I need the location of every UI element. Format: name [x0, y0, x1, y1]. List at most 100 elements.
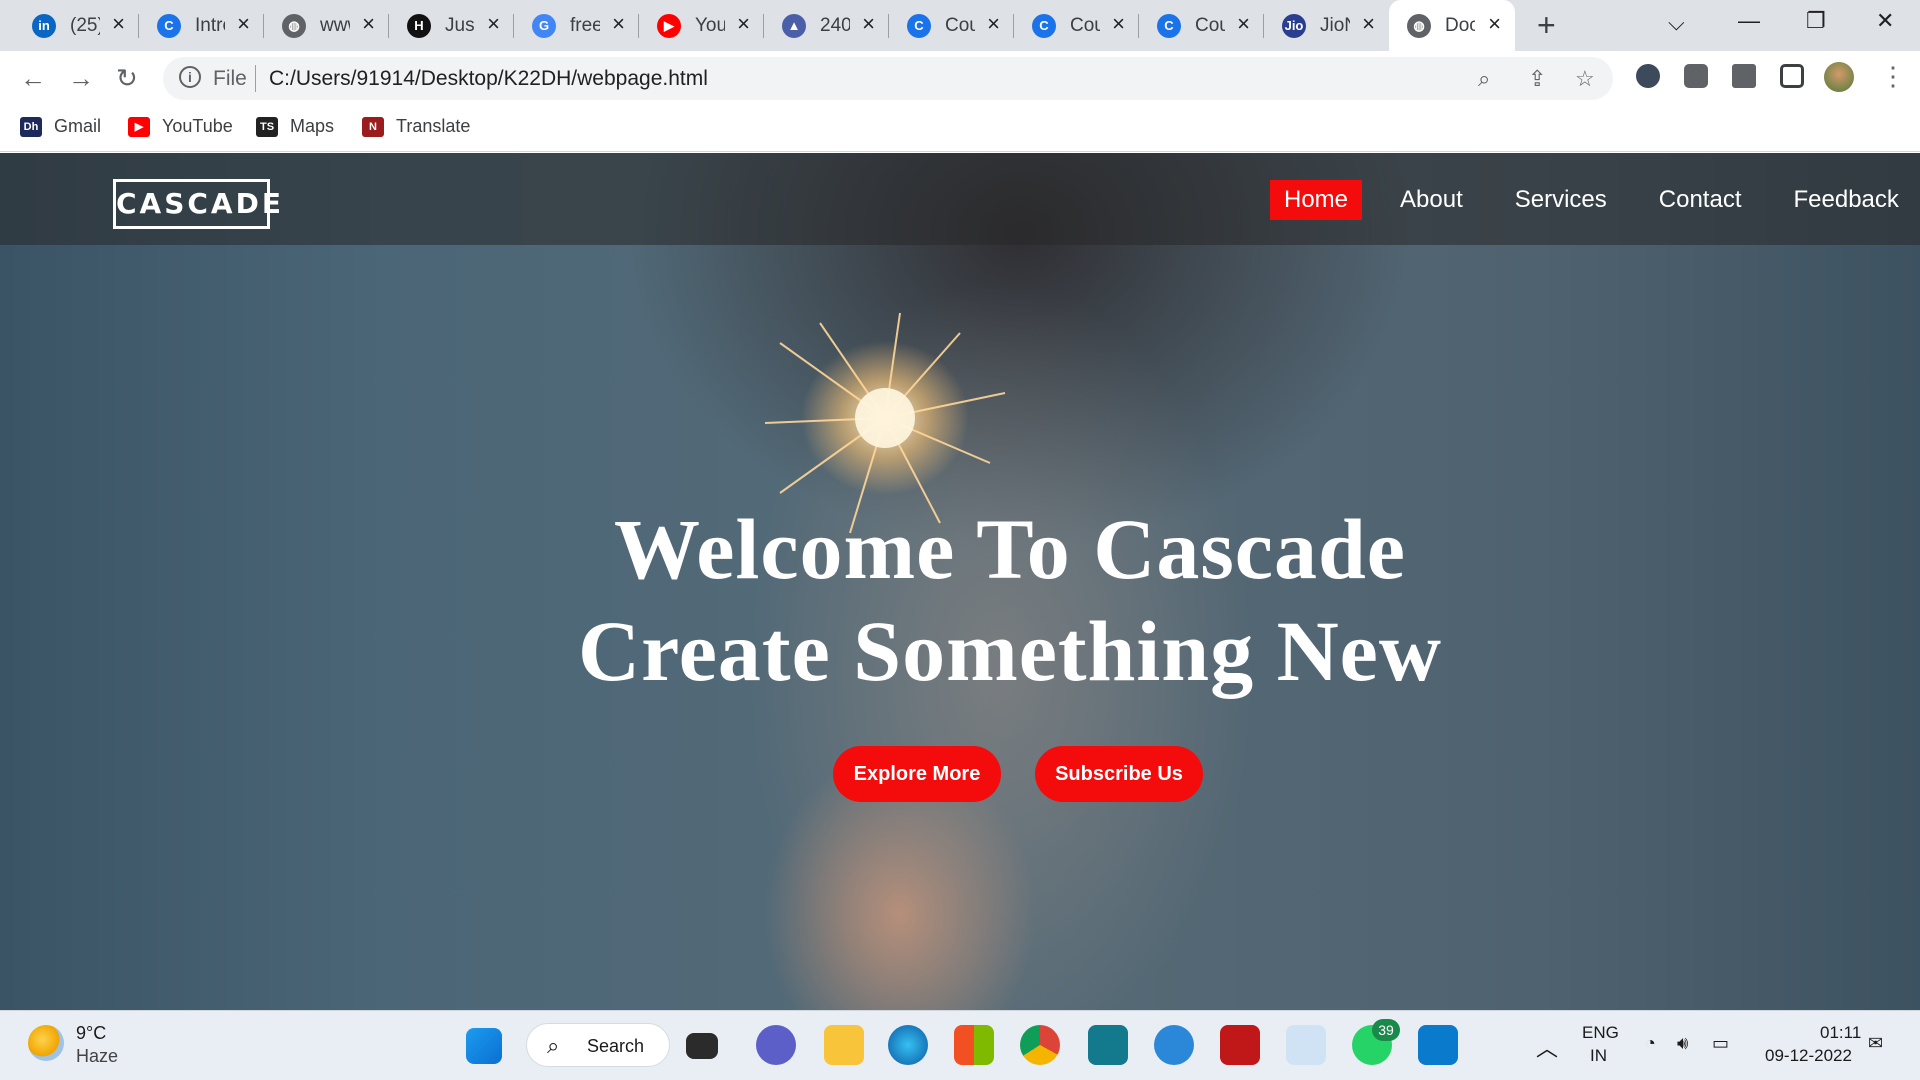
- bookmark-youtube[interactable]: ▶ YouTube: [128, 116, 233, 137]
- help-icon[interactable]: [1154, 1025, 1194, 1065]
- bookmark-label: YouTube: [162, 116, 233, 136]
- close-tab-icon[interactable]: ×: [1362, 13, 1375, 35]
- extension-cursor-icon[interactable]: [1636, 64, 1660, 88]
- close-tab-icon[interactable]: ×: [487, 13, 500, 35]
- search-box[interactable]: ⌕ Search: [526, 1023, 670, 1067]
- nav-feedback[interactable]: Feedback: [1780, 180, 1913, 220]
- zoom-icon[interactable]: ⌕: [1478, 66, 1490, 92]
- battery-icon[interactable]: ▭: [1712, 1033, 1729, 1054]
- webpage-hero: CASCADE Home About Services Contact Feedback…: [0, 153, 1920, 1010]
- lang-secondary[interactable]: IN: [1590, 1046, 1607, 1066]
- nav-home[interactable]: Home: [1270, 180, 1363, 220]
- close-tab-icon[interactable]: ×: [237, 13, 250, 35]
- nav-about[interactable]: About: [1386, 180, 1477, 220]
- notepad-icon[interactable]: [1286, 1025, 1326, 1065]
- profile-avatar[interactable]: [1824, 62, 1854, 92]
- subscribe-us-button[interactable]: Subscribe Us: [1035, 746, 1203, 802]
- reload-button[interactable]: ↻: [116, 63, 138, 93]
- edge-icon[interactable]: [888, 1025, 928, 1065]
- store-icon[interactable]: [954, 1025, 994, 1065]
- browser-tab[interactable]: C Intro ×: [139, 0, 264, 51]
- close-tab-icon[interactable]: ×: [737, 13, 750, 35]
- restore-button[interactable]: ❐: [1806, 8, 1826, 34]
- site-info-icon[interactable]: i: [179, 66, 201, 88]
- nav-contact[interactable]: Contact: [1645, 180, 1756, 220]
- tab-title: Cou: [1070, 14, 1100, 36]
- browser-tab[interactable]: H Just ×: [389, 0, 514, 51]
- url-text[interactable]: C:/Users/91914/Desktop/K22DH/webpage.htm…: [269, 67, 708, 91]
- mountain-icon: ▲: [782, 13, 806, 38]
- hero-buttons: Explore More Subscribe Us: [833, 746, 1203, 802]
- share-icon[interactable]: ⇪: [1528, 66, 1546, 92]
- wifi-icon[interactable]: ◔: [1645, 1033, 1656, 1054]
- close-tab-icon[interactable]: ×: [862, 13, 875, 35]
- browser-tab[interactable]: ▶ You ×: [639, 0, 764, 51]
- close-tab-icon[interactable]: ×: [1237, 13, 1250, 35]
- mcafee-icon[interactable]: [1220, 1025, 1260, 1065]
- browser-tab[interactable]: in (25) ×: [14, 0, 139, 51]
- explore-more-button[interactable]: Explore More: [833, 746, 1001, 802]
- file-explorer-icon[interactable]: [824, 1025, 864, 1065]
- weather-desc[interactable]: Haze: [76, 1046, 118, 1067]
- tray-chevron-icon[interactable]: ︿: [1536, 1031, 1558, 1063]
- browser-tab[interactable]: Jio JioN ×: [1264, 0, 1389, 51]
- bookmark-maps[interactable]: TS Maps: [256, 116, 334, 137]
- close-tab-icon[interactable]: ×: [987, 13, 1000, 35]
- minimize-button[interactable]: —: [1738, 8, 1760, 34]
- bookmark-label: Translate: [396, 116, 471, 136]
- browser-tab[interactable]: ▲ 240 ×: [764, 0, 889, 51]
- browser-tab[interactable]: C Cou ×: [889, 0, 1014, 51]
- clock-time[interactable]: 01:11: [1820, 1023, 1861, 1043]
- volume-icon[interactable]: 🔊︎: [1677, 1033, 1688, 1054]
- clock-date[interactable]: 09-12-2022: [1765, 1046, 1852, 1066]
- close-tab-icon[interactable]: ×: [1112, 13, 1125, 35]
- whatsapp-badge: 39: [1372, 1019, 1400, 1041]
- browser-tab[interactable]: C Cou ×: [1139, 0, 1264, 51]
- tab-title: Cou: [945, 14, 975, 36]
- close-tab-icon[interactable]: ×: [112, 13, 125, 35]
- sys-app-icon[interactable]: [1088, 1025, 1128, 1065]
- bookmark-translate[interactable]: N Translate: [362, 116, 470, 137]
- tab-title: free: [570, 14, 600, 36]
- chat-icon[interactable]: [756, 1025, 796, 1065]
- bookmark-label: Maps: [290, 116, 335, 136]
- back-button[interactable]: ←: [20, 63, 46, 93]
- new-tab-button[interactable]: +: [1537, 9, 1556, 41]
- vscode-icon[interactable]: [1418, 1025, 1458, 1065]
- globe-icon: ◍: [282, 13, 306, 38]
- hero-line-2: Create Something New: [578, 603, 1442, 699]
- tab-title: (25): [70, 14, 100, 36]
- nav-services[interactable]: Services: [1501, 180, 1621, 220]
- weather-icon[interactable]: [28, 1025, 64, 1061]
- chrome-menu-icon[interactable]: ⋮: [1880, 61, 1906, 91]
- youtube-icon: ▶: [128, 116, 150, 137]
- close-tab-icon[interactable]: ×: [362, 13, 375, 35]
- extensions-puzzle-icon[interactable]: [1732, 64, 1756, 88]
- browser-tab[interactable]: C Cou ×: [1014, 0, 1139, 51]
- lang-primary[interactable]: ENG: [1582, 1023, 1619, 1043]
- address-bar[interactable]: i File C:/Users/91914/Desktop/K22DH/webp…: [163, 57, 1613, 100]
- tab-title: www: [320, 14, 350, 36]
- site-navbar: CASCADE Home About Services Contact Feedback: [0, 153, 1920, 245]
- notification-icon[interactable]: ✉: [1868, 1033, 1883, 1054]
- extension-screen-icon[interactable]: [1684, 64, 1708, 88]
- start-icon[interactable]: [466, 1028, 502, 1064]
- bookmark-gmail[interactable]: Dh Gmail: [20, 116, 101, 137]
- close-tab-icon[interactable]: ×: [612, 13, 625, 35]
- bookmark-star-icon[interactable]: ☆: [1575, 66, 1595, 92]
- tab-title: Doc: [1445, 14, 1475, 36]
- browser-tab[interactable]: ◍ Doc ×: [1389, 0, 1515, 51]
- site-menu: Home About Services Contact Feedback: [1246, 180, 1913, 220]
- weather-temp[interactable]: 9°C: [76, 1023, 106, 1044]
- browser-tab[interactable]: Gfree ×: [514, 0, 639, 51]
- hero-line-1: Welcome To Cascade: [614, 501, 1406, 597]
- close-tab-icon[interactable]: ×: [1488, 13, 1501, 35]
- site-logo[interactable]: CASCADE: [113, 179, 281, 229]
- tab-search-icon[interactable]: ⌵: [1668, 10, 1685, 36]
- browser-tab[interactable]: ◍ www ×: [264, 0, 389, 51]
- chrome-icon[interactable]: [1020, 1025, 1060, 1065]
- task-view-icon[interactable]: [686, 1033, 718, 1059]
- forward-button[interactable]: →: [68, 63, 94, 93]
- side-panel-icon[interactable]: [1780, 64, 1804, 88]
- close-window-button[interactable]: ✕: [1876, 8, 1894, 34]
